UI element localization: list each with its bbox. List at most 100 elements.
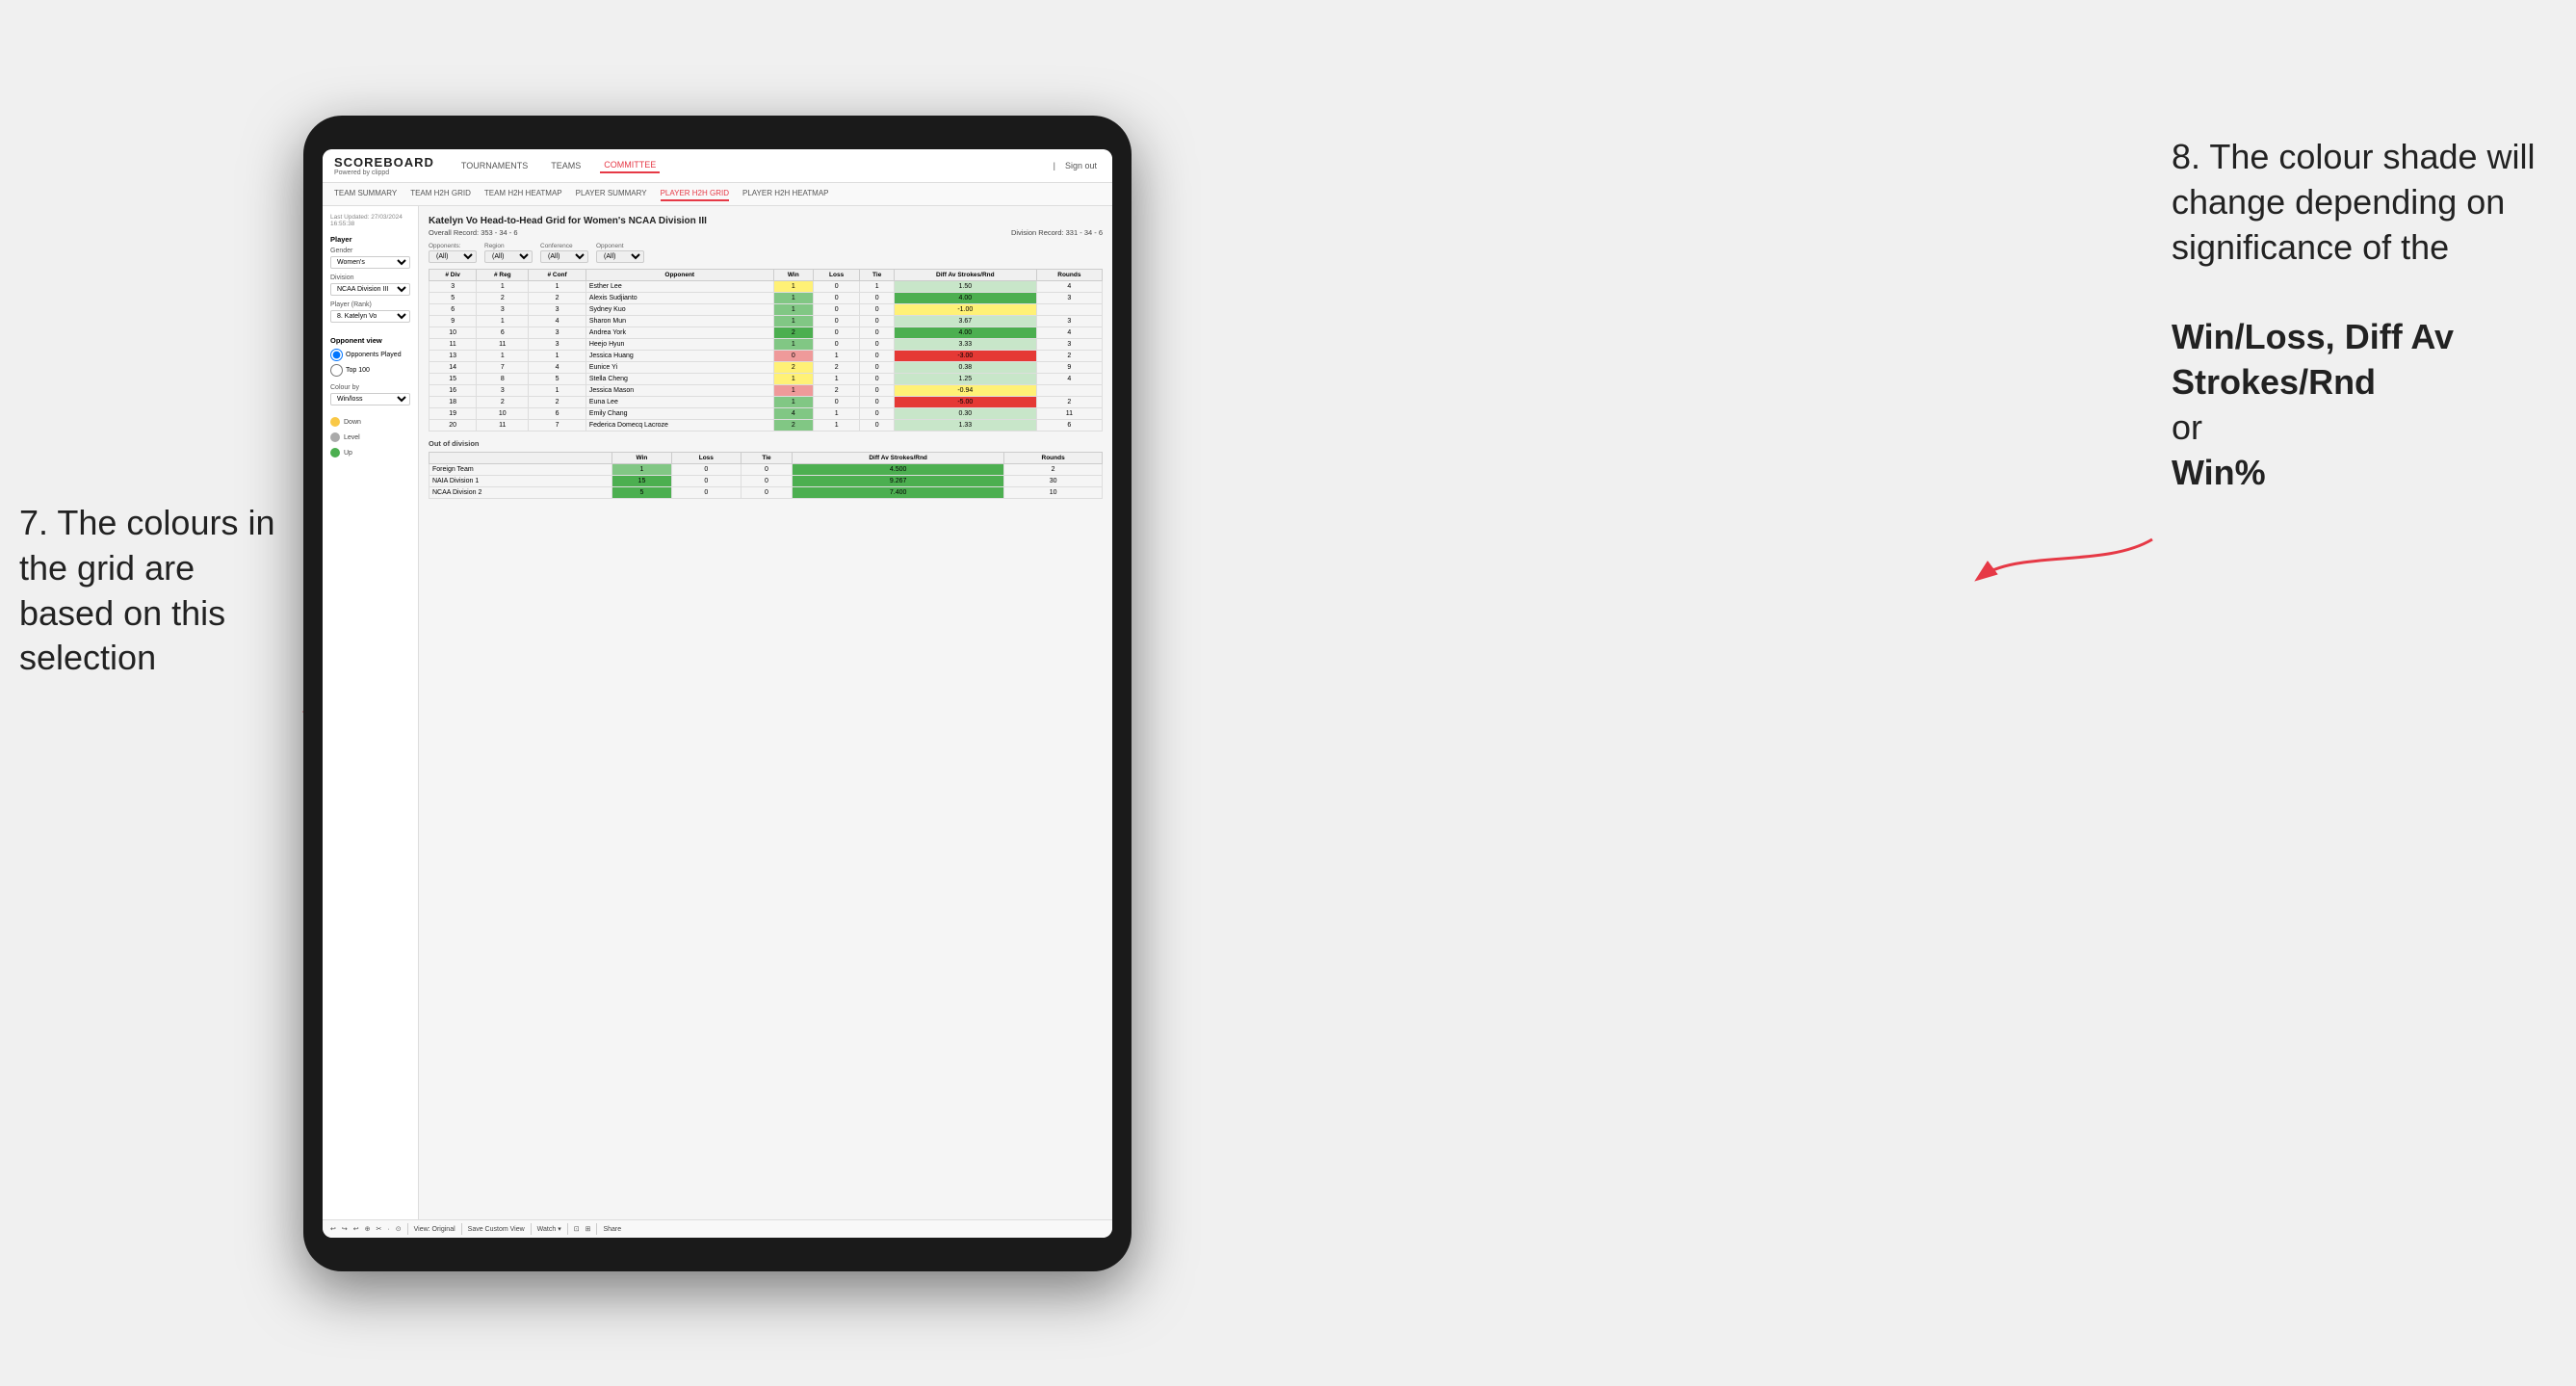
colour-by-section: Colour by Win/loss Diff Av Strokes/Rnd W… xyxy=(330,384,410,411)
sub-nav-player-h2h-heatmap[interactable]: PLAYER H2H HEATMAP xyxy=(742,187,829,201)
toolbar-circle[interactable]: ⊙ xyxy=(396,1225,402,1233)
cell-diff: -5.00 xyxy=(894,397,1036,408)
sub-nav-team-h2h-grid[interactable]: TEAM H2H GRID xyxy=(410,187,471,201)
radio-opponents-played[interactable]: Opponents Played xyxy=(330,349,410,361)
sub-nav-team-h2h-heatmap[interactable]: TEAM H2H HEATMAP xyxy=(484,187,562,201)
cell-win: 1 xyxy=(773,397,813,408)
col-tie: Tie xyxy=(860,270,895,281)
cell-conf: 3 xyxy=(529,327,586,339)
cell-conf: 4 xyxy=(529,362,586,374)
filter-opponents-select[interactable]: (All) xyxy=(429,250,477,263)
legend-up-circle xyxy=(330,448,340,458)
sidebar-timestamp: Last Updated: 27/03/2024 16:55:38 xyxy=(330,214,410,227)
toolbar-save-custom[interactable]: Save Custom View xyxy=(468,1226,525,1233)
cell-reg: 3 xyxy=(477,304,529,316)
cell-conf: 7 xyxy=(529,420,586,431)
cell-rounds xyxy=(1036,385,1102,397)
ood-table-row: NCAA Division 2 5 0 0 7.400 10 xyxy=(429,487,1103,499)
toolbar-dot[interactable]: · xyxy=(387,1226,389,1233)
nav-teams[interactable]: TEAMS xyxy=(547,159,585,172)
legend-level: Level xyxy=(330,432,410,442)
filter-conference-select[interactable]: (All) xyxy=(540,250,588,263)
toolbar-grid2[interactable]: ⊞ xyxy=(585,1225,591,1233)
cell-reg: 2 xyxy=(477,293,529,304)
nav-committee[interactable]: COMMITTEE xyxy=(600,158,660,173)
sidebar-gender-label: Gender xyxy=(330,248,410,254)
cell-tie: 0 xyxy=(860,293,895,304)
cell-opponent: Heejo Hyun xyxy=(585,339,773,351)
toolbar-redo[interactable]: ↪ xyxy=(342,1225,348,1233)
cell-rounds: 9 xyxy=(1036,362,1102,374)
toolbar-grid1[interactable]: ⊡ xyxy=(574,1225,580,1233)
cell-tie: 0 xyxy=(860,374,895,385)
cell-opponent: Sharon Mun xyxy=(585,316,773,327)
sub-nav: TEAM SUMMARY TEAM H2H GRID TEAM H2H HEAT… xyxy=(323,183,1112,206)
cell-tie: 0 xyxy=(860,316,895,327)
toolbar-view-original[interactable]: View: Original xyxy=(414,1226,455,1233)
ood-cell-loss: 0 xyxy=(671,487,741,499)
nav-tournaments[interactable]: TOURNAMENTS xyxy=(457,159,532,172)
table-row: 19 10 6 Emily Chang 4 1 0 0.30 11 xyxy=(429,408,1103,420)
ood-cell-rounds: 30 xyxy=(1004,476,1103,487)
sidebar: Last Updated: 27/03/2024 16:55:38 Player… xyxy=(323,206,419,1219)
toolbar-undo[interactable]: ↩ xyxy=(330,1225,336,1233)
toolbar-share[interactable]: Share xyxy=(603,1226,621,1233)
cell-rounds: 11 xyxy=(1036,408,1102,420)
ood-table-row: NAIA Division 1 15 0 0 9.267 30 xyxy=(429,476,1103,487)
cell-div: 6 xyxy=(429,304,477,316)
player-rank-select[interactable]: 8. Katelyn Vo xyxy=(330,310,410,323)
sub-nav-team-summary[interactable]: TEAM SUMMARY xyxy=(334,187,397,201)
cell-loss: 0 xyxy=(813,304,859,316)
legend-up-label: Up xyxy=(344,450,352,457)
toolbar-add[interactable]: ⊕ xyxy=(365,1225,371,1233)
sub-nav-player-summary[interactable]: PLAYER SUMMARY xyxy=(576,187,647,201)
gender-select[interactable]: Women's xyxy=(330,256,410,269)
cell-win: 1 xyxy=(773,374,813,385)
col-opponent: Opponent xyxy=(585,270,773,281)
cell-diff: 0.38 xyxy=(894,362,1036,374)
cell-div: 3 xyxy=(429,281,477,293)
table-header-row: # Div # Reg # Conf Opponent Win Loss Tie… xyxy=(429,270,1103,281)
cell-tie: 0 xyxy=(860,385,895,397)
cell-div: 20 xyxy=(429,420,477,431)
cell-div: 15 xyxy=(429,374,477,385)
ood-col-win: Win xyxy=(612,453,671,464)
cell-rounds: 4 xyxy=(1036,327,1102,339)
colour-by-select[interactable]: Win/loss Diff Av Strokes/Rnd Win% xyxy=(330,393,410,405)
cell-div: 18 xyxy=(429,397,477,408)
ood-col-loss: Loss xyxy=(671,453,741,464)
cell-loss: 0 xyxy=(813,316,859,327)
cell-diff: 3.33 xyxy=(894,339,1036,351)
cell-loss: 0 xyxy=(813,397,859,408)
toolbar-watch[interactable]: Watch ▾ xyxy=(537,1225,561,1233)
toolbar-divider-2 xyxy=(461,1223,462,1235)
logo-block: SCOREBOARD Powered by clippd xyxy=(334,155,434,176)
ood-cell-tie: 0 xyxy=(741,476,792,487)
table-row: 18 2 2 Euna Lee 1 0 0 -5.00 2 xyxy=(429,397,1103,408)
cell-opponent: Sydney Kuo xyxy=(585,304,773,316)
cell-tie: 1 xyxy=(860,281,895,293)
filter-conference-label: Conference xyxy=(540,243,588,249)
nav-right: | Sign out xyxy=(1054,159,1101,172)
cell-conf: 5 xyxy=(529,374,586,385)
sub-nav-player-h2h-grid[interactable]: PLAYER H2H GRID xyxy=(661,187,729,201)
radio-top100[interactable]: Top 100 xyxy=(330,364,410,377)
cell-conf: 2 xyxy=(529,397,586,408)
legend-down: Down xyxy=(330,417,410,427)
toolbar-undo2[interactable]: ↩ xyxy=(353,1225,359,1233)
filters-row: Opponents: (All) Region (All) Conference xyxy=(429,243,1103,263)
cell-win: 1 xyxy=(773,385,813,397)
toolbar-cut[interactable]: ✂ xyxy=(377,1225,382,1233)
cell-win: 1 xyxy=(773,304,813,316)
division-select[interactable]: NCAA Division III xyxy=(330,283,410,296)
nav-signin[interactable]: Sign out xyxy=(1061,159,1101,172)
cell-diff: 3.67 xyxy=(894,316,1036,327)
ood-col-team xyxy=(429,453,612,464)
ood-header-row: Win Loss Tie Diff Av Strokes/Rnd Rounds xyxy=(429,453,1103,464)
cell-div: 13 xyxy=(429,351,477,362)
col-div: # Div xyxy=(429,270,477,281)
cell-reg: 11 xyxy=(477,420,529,431)
filter-opponent-select[interactable]: (All) xyxy=(596,250,644,263)
filter-region-select[interactable]: (All) xyxy=(484,250,533,263)
table-row: 10 6 3 Andrea York 2 0 0 4.00 4 xyxy=(429,327,1103,339)
